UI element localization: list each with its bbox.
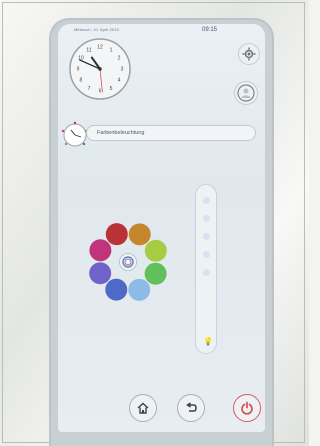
clock-numeral: 7	[88, 86, 91, 92]
date-text: Mittwoch, 10. April 2013	[74, 27, 119, 32]
brightness-slider[interactable]: 💡	[195, 184, 217, 354]
color-swatch-violet-blue[interactable]	[89, 262, 112, 285]
clock-numeral: 6	[99, 89, 102, 95]
settings-button[interactable]	[238, 43, 260, 65]
color-swatch-amber[interactable]	[128, 223, 151, 246]
profile-button[interactable]	[234, 81, 258, 105]
tablet-screen: Mittwoch, 10. April 2013 09:15 123456789…	[58, 24, 265, 432]
color-swatch-blue[interactable]	[105, 278, 128, 301]
clock-numeral: 3	[121, 67, 124, 73]
clock-numeral: 2	[118, 56, 121, 62]
brightness-step[interactable]	[203, 233, 210, 240]
clock-numeral: 4	[118, 78, 121, 84]
clock-numeral: 1	[110, 48, 113, 54]
lighting-label[interactable]: Farbenbeleuchtung	[86, 125, 256, 141]
lightbulb-icon: 💡	[203, 337, 213, 346]
home-button[interactable]	[129, 394, 157, 422]
back-button[interactable]	[177, 394, 205, 422]
back-arrow-icon	[186, 402, 197, 412]
clock-numeral: 12	[97, 45, 103, 51]
power-button[interactable]	[233, 394, 261, 422]
brightness-step[interactable]	[203, 215, 210, 222]
home-icon	[137, 402, 149, 414]
color-swatch-magenta[interactable]	[89, 239, 112, 262]
clock-numeral: 8	[80, 78, 83, 84]
brightness-step[interactable]	[203, 251, 210, 258]
color-swatch-green[interactable]	[144, 262, 167, 285]
color-swatch-dark-red[interactable]	[105, 223, 128, 246]
brightness-step[interactable]	[203, 197, 210, 204]
clock-numeral: 9	[77, 67, 80, 73]
power-icon	[241, 401, 253, 415]
clock-numeral: 5	[110, 86, 113, 92]
clock-numeral: 11	[86, 48, 91, 54]
analog-clock: 1234567891011 12	[69, 38, 131, 100]
user-icon	[237, 84, 255, 102]
color-swatch-light-blue[interactable]	[128, 278, 151, 301]
color-wheel[interactable]	[78, 212, 178, 312]
gear-icon	[242, 47, 256, 61]
color-swatch-lime[interactable]	[144, 239, 167, 262]
brightness-step[interactable]	[203, 269, 210, 276]
time-text: 09:15	[201, 27, 217, 33]
